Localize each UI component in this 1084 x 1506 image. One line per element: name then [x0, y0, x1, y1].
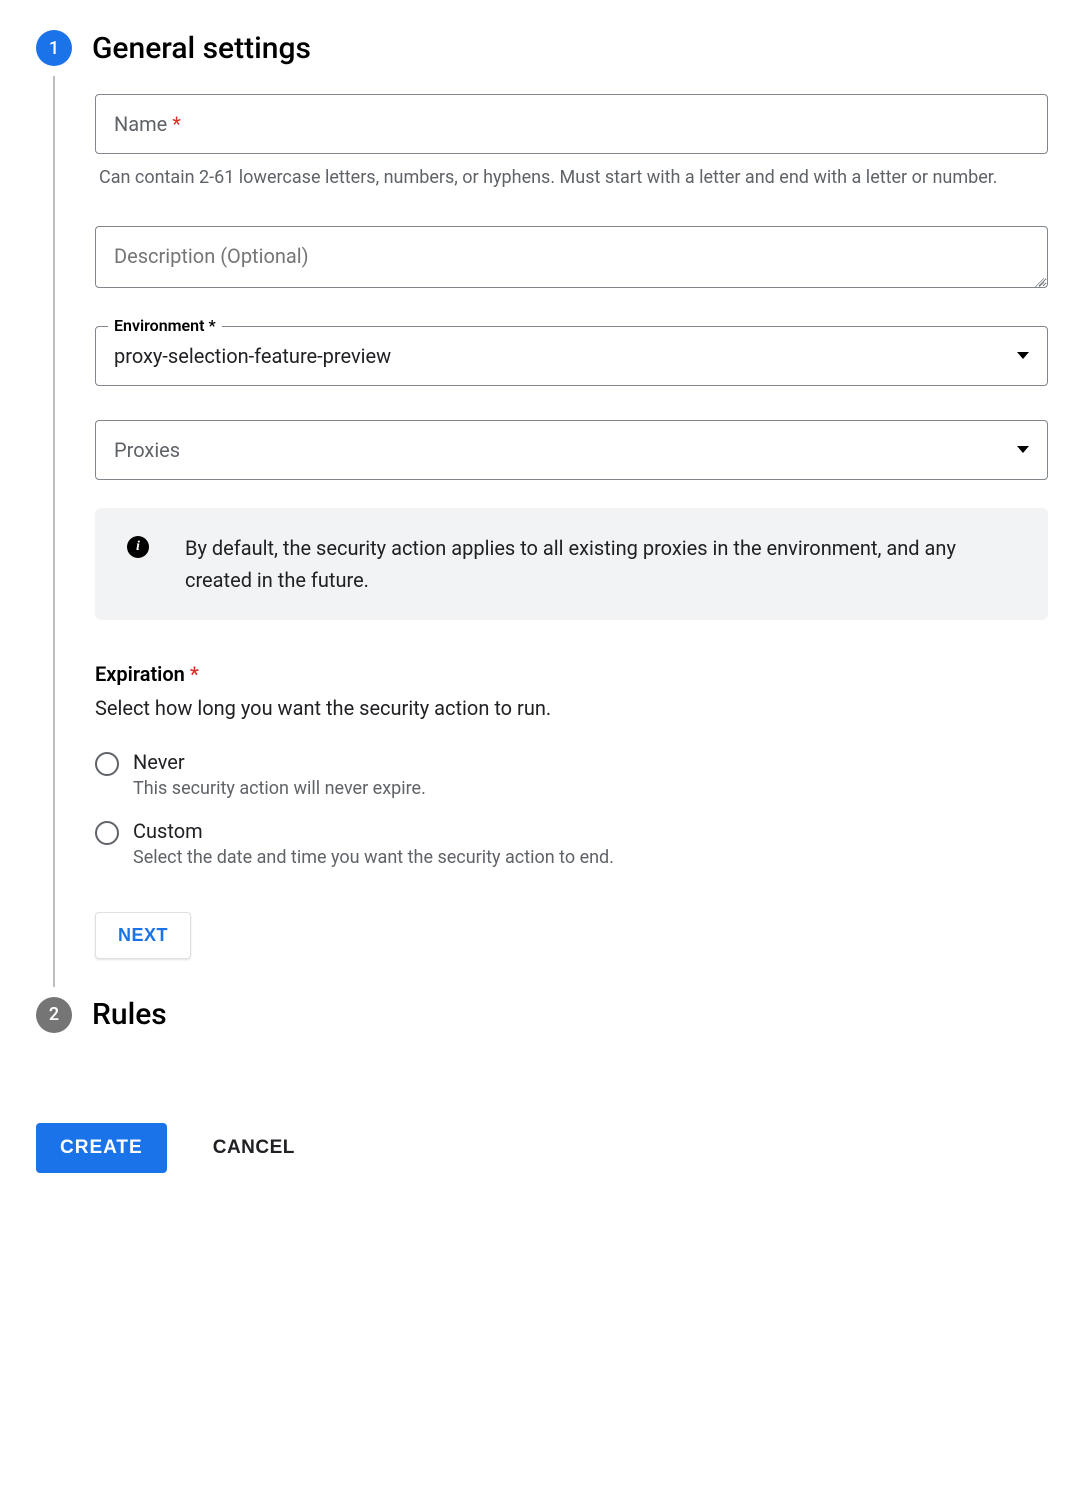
info-banner: i By default, the security action applie… [95, 508, 1048, 620]
name-field-group: Name * Can contain 2-61 lowercase letter… [95, 94, 1048, 192]
step2-number-badge: 2 [36, 997, 72, 1033]
expiration-section: Expiration * Select how long you want th… [95, 662, 1048, 868]
step1-header: 1 General settings [36, 30, 1048, 66]
step2-header[interactable]: 2 Rules [36, 997, 1048, 1033]
radio-icon [95, 752, 119, 776]
info-icon: i [127, 536, 149, 558]
environment-label: Environment * [108, 316, 222, 335]
environment-select[interactable]: Environment * proxy-selection-feature-pr… [95, 326, 1048, 386]
environment-field-group: Environment * proxy-selection-feature-pr… [95, 326, 1048, 386]
option-custom-title: Custom [133, 819, 614, 843]
step1-number-badge: 1 [36, 30, 72, 66]
next-button[interactable]: NEXT [95, 912, 191, 959]
stepper: 1 General settings Name * Can contain 2-… [36, 30, 1048, 1033]
name-input[interactable] [96, 95, 1047, 153]
create-button[interactable]: CREATE [36, 1123, 167, 1173]
radio-icon [95, 821, 119, 845]
proxies-placeholder: Proxies [114, 438, 180, 462]
expiration-label-text: Expiration [95, 662, 185, 686]
environment-value: proxy-selection-feature-preview [114, 344, 391, 368]
option-custom-desc: Select the date and time you want the se… [133, 847, 614, 868]
proxies-field-group: Proxies [95, 420, 1048, 480]
chevron-down-icon [1017, 446, 1029, 453]
chevron-down-icon [1017, 352, 1029, 359]
expiration-option-never[interactable]: Never This security action will never ex… [95, 750, 1048, 799]
page-root: 1 General settings Name * Can contain 2-… [0, 0, 1084, 1213]
required-star-icon: * [190, 662, 199, 686]
step1-body: Name * Can contain 2-61 lowercase letter… [53, 76, 1048, 987]
name-input-box[interactable]: Name * [95, 94, 1048, 154]
expiration-option-custom[interactable]: Custom Select the date and time you want… [95, 819, 1048, 868]
option-never-title: Never [133, 750, 426, 774]
expiration-subtext: Select how long you want the security ac… [95, 696, 1048, 720]
footer-actions: CREATE CANCEL [36, 1123, 1048, 1173]
cancel-button[interactable]: CANCEL [207, 1136, 301, 1160]
description-textarea[interactable] [95, 226, 1048, 288]
option-never-desc: This security action will never expire. [133, 778, 426, 799]
expiration-label: Expiration * [95, 662, 1048, 686]
proxies-select[interactable]: Proxies [95, 420, 1048, 480]
description-field-group [95, 226, 1048, 292]
name-helper-text: Can contain 2-61 lowercase letters, numb… [99, 164, 1044, 192]
step2-title: Rules [92, 997, 167, 1032]
info-banner-text: By default, the security action applies … [185, 532, 1020, 596]
step1-title: General settings [92, 31, 311, 66]
